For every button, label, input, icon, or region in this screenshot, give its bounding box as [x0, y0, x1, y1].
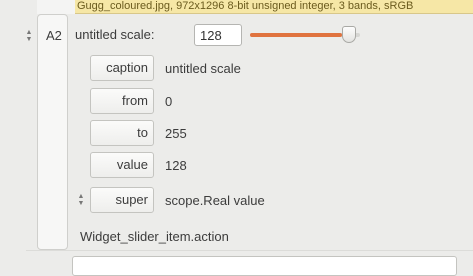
bottom-text-box[interactable]: [72, 256, 457, 276]
super-value: scope.Real value: [165, 193, 265, 208]
from-value: 0: [165, 94, 173, 109]
to-value: 255: [165, 126, 187, 141]
value-value: 128: [165, 158, 187, 173]
triangle-down-icon: ▼: [25, 36, 33, 43]
from-button[interactable]: from: [90, 88, 154, 114]
triangle-up-icon: ▲: [25, 29, 33, 36]
triangle-up-icon: ▲: [77, 193, 85, 200]
slider-thumb[interactable]: [342, 26, 356, 43]
action-label: Widget_slider_item.action: [80, 229, 229, 244]
slider-label: untitled scale:: [75, 27, 155, 42]
caption-value: untitled scale: [165, 61, 241, 76]
triangle-down-icon: ▼: [77, 200, 85, 207]
value-button[interactable]: value: [90, 152, 154, 178]
to-button[interactable]: to: [90, 120, 154, 146]
super-button[interactable]: super: [90, 187, 154, 213]
caption-button[interactable]: caption: [90, 55, 154, 81]
slider-value-input[interactable]: [194, 24, 242, 46]
slider-fill: [250, 33, 343, 37]
row-expand-icon[interactable]: ▲ ▼: [24, 27, 34, 45]
row-label: A2: [46, 28, 62, 43]
row-gutter[interactable]: [37, 14, 68, 250]
top-frame: [37, 0, 76, 14]
super-expand-icon[interactable]: ▲ ▼: [76, 191, 86, 209]
separator: [26, 250, 473, 251]
image-info-bar: Gugg_coloured.jpg, 972x1296 8-bit unsign…: [75, 0, 473, 14]
